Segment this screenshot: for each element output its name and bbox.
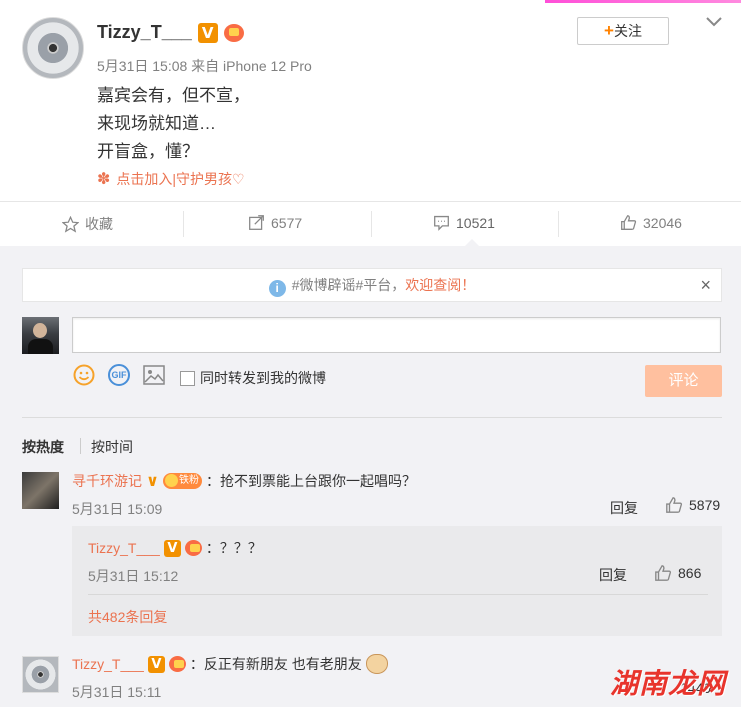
favorite-button[interactable]: 收藏 <box>62 214 113 234</box>
site-watermark: 湖南龙网 <box>610 668 727 699</box>
verified-icon: V <box>197 22 218 43</box>
reply-button[interactable]: 回复 <box>599 565 627 585</box>
commenter-name[interactable]: Tizzy_T___ <box>72 656 144 672</box>
notice-text: #微博辟谣#平台， <box>291 277 406 293</box>
image-icon[interactable] <box>143 365 165 385</box>
comment-input[interactable] <box>72 317 721 353</box>
post-meta[interactable]: 5月31日 15:08 来自 iPhone 12 Pro <box>97 56 312 76</box>
repost-count: 6577 <box>271 214 303 231</box>
follow-button[interactable]: +关注 <box>577 17 669 45</box>
active-tab-pointer <box>465 239 479 246</box>
comment-count: 10521 <box>456 214 495 231</box>
sub-reply-time: 5月31日 15:12 <box>88 568 179 584</box>
repost-icon <box>249 215 264 230</box>
thumbs-up-icon <box>621 215 637 230</box>
emoji-icon[interactable] <box>73 364 95 386</box>
reply-button[interactable]: 回复 <box>610 498 638 518</box>
close-icon[interactable]: × <box>700 269 711 301</box>
thumbs-up-icon <box>655 565 672 581</box>
vip-crown-icon <box>184 540 202 556</box>
gif-icon[interactable]: GIF <box>108 364 130 386</box>
comment-time: 5月31日 15:09 <box>72 501 163 517</box>
thumbs-up-icon <box>666 497 683 513</box>
sub-reply-text: ：？？？ <box>205 540 262 556</box>
comment-text: ：抢不到票能上台跟你一起唱吗？ <box>206 473 416 489</box>
flower-icon: ✽ <box>97 171 111 188</box>
plus-icon: + <box>604 21 614 40</box>
follow-label: 关注 <box>613 23 642 39</box>
top-accent-line <box>545 0 741 3</box>
my-avatar[interactable] <box>22 317 59 354</box>
like-button[interactable]: 32046 <box>620 214 682 231</box>
sub-reply-like-count: 866 <box>678 565 702 581</box>
like-count: 32046 <box>643 214 682 231</box>
star-icon <box>62 215 79 233</box>
post-author-avatar[interactable] <box>22 17 84 79</box>
commenter-avatar[interactable] <box>22 656 59 693</box>
post-author-name[interactable]: Tizzy_T___ <box>97 22 192 43</box>
sub-reply-like-button[interactable]: 866 <box>654 564 701 582</box>
super-topic-link[interactable]: 点击加入|守护男孩♡ <box>116 169 244 189</box>
sort-by-time-tab[interactable]: 按时间 <box>91 437 133 457</box>
gold-verified-icon: ∨ <box>146 473 159 490</box>
post-text-line: 来现场就知道… <box>97 114 216 133</box>
chevron-down-icon[interactable] <box>704 14 724 30</box>
rumor-notice-bar: i #微博辟谣#平台，欢迎查阅！ × <box>22 268 722 302</box>
tab-divider <box>80 438 81 454</box>
commenter-name[interactable]: 寻千环游记 <box>72 471 142 491</box>
post-text-line: 开盲盒，懂？ <box>97 142 199 161</box>
divider <box>88 594 708 595</box>
comment-like-count: 5879 <box>689 497 721 513</box>
vip-crown-icon <box>223 23 244 42</box>
repost-button[interactable]: 6577 <box>248 214 302 231</box>
sub-reply-author[interactable]: Tizzy_T___ <box>88 540 160 556</box>
cat-emoji-icon <box>365 654 388 674</box>
repost-checkbox-label: 同时转发到我的微博 <box>200 370 326 386</box>
verified-icon: V <box>163 539 181 557</box>
comment-like-button[interactable]: 5879 <box>665 496 720 514</box>
action-bar: 收藏 6577 10521 32046 <box>0 201 741 246</box>
info-icon: i <box>268 280 286 297</box>
repost-checkbox[interactable] <box>180 370 195 386</box>
comment-icon <box>434 215 449 231</box>
favorite-label: 收藏 <box>85 216 113 232</box>
vip-crown-icon <box>168 656 186 672</box>
post-text-line: 嘉宾会有，但不宣， <box>97 86 250 105</box>
divider <box>558 211 559 237</box>
divider <box>371 211 372 237</box>
sort-by-hot-tab[interactable]: 按热度 <box>22 437 64 457</box>
divider <box>22 417 722 418</box>
fan-badge: 铁粉 <box>163 473 202 489</box>
more-replies-link[interactable]: 共482条回复 <box>88 607 167 627</box>
comment-button[interactable]: 10521 <box>433 214 495 231</box>
comment-time: 5月31日 15:11 <box>72 684 162 700</box>
verified-icon: V <box>147 655 165 673</box>
comment-text: ：反正有新朋友 也有老朋友 <box>189 656 362 672</box>
commenter-avatar[interactable] <box>22 472 59 509</box>
divider <box>183 211 184 237</box>
submit-comment-button[interactable]: 评论 <box>645 365 722 397</box>
notice-link[interactable]: 欢迎查阅！ <box>405 277 475 293</box>
